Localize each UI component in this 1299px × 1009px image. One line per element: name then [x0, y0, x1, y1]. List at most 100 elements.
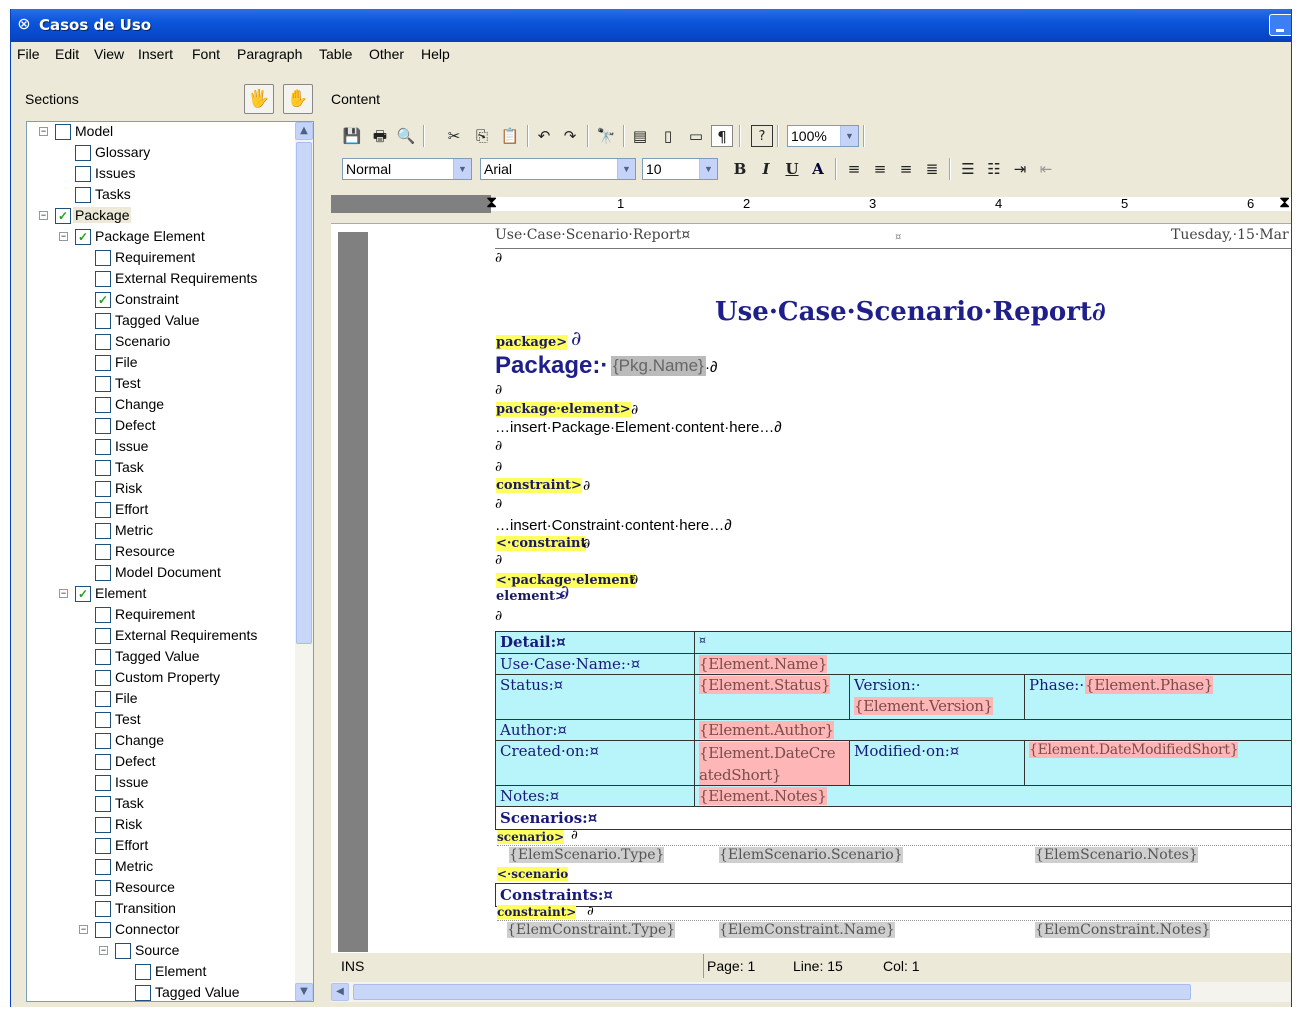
- tree-item[interactable]: − Model: [27, 122, 295, 142]
- tree-expander-icon[interactable]: −: [59, 589, 68, 598]
- align-left-icon[interactable]: ≡: [843, 158, 865, 180]
- tree-checkbox[interactable]: [135, 985, 151, 1001]
- tree-checkbox[interactable]: [95, 691, 111, 707]
- element-datemodified-field[interactable]: {Element.DateModifiedShort}: [1029, 742, 1239, 758]
- tree-item[interactable]: Element: [27, 962, 295, 982]
- tree-item[interactable]: Defect: [27, 416, 295, 436]
- tree-checkbox[interactable]: [135, 964, 151, 980]
- tree-item[interactable]: ✓ Constraint: [27, 290, 295, 310]
- tree-item[interactable]: Change: [27, 395, 295, 415]
- tree-checkbox[interactable]: [95, 376, 111, 392]
- tree-item[interactable]: Tagged Value: [27, 311, 295, 331]
- print-preview-icon[interactable]: 🔍: [395, 125, 417, 147]
- tree-checkbox[interactable]: [95, 418, 111, 434]
- constraint-name-field[interactable]: {ElemConstraint.Name}: [719, 922, 895, 938]
- tree-checkbox[interactable]: [95, 796, 111, 812]
- tree-expander-icon[interactable]: −: [99, 946, 108, 955]
- style-select[interactable]: Normal ▼: [342, 158, 472, 180]
- tree-checkbox[interactable]: [95, 544, 111, 560]
- decrease-indent-icon[interactable]: ⇤: [1035, 158, 1057, 180]
- hscroll-thumb[interactable]: [353, 984, 1191, 1000]
- menu-help[interactable]: Help: [421, 46, 450, 62]
- pkg-name-field[interactable]: {Pkg.Name}: [611, 356, 706, 376]
- align-right-icon[interactable]: ≡: [895, 158, 917, 180]
- constraint-type-field[interactable]: {ElemConstraint.Type}: [507, 922, 676, 938]
- sections-tree[interactable]: − Model Glossary Issues Tasks − ✓ Package − ✓ Pack…: [26, 121, 314, 1002]
- element-name-field[interactable]: {Element.Name}: [699, 655, 828, 673]
- tree-expander-icon[interactable]: −: [59, 232, 68, 241]
- chevron-down-icon[interactable]: ▼: [699, 159, 717, 179]
- tree-item[interactable]: Metric: [27, 521, 295, 541]
- underline-button[interactable]: U: [781, 158, 803, 180]
- header-footer-icon[interactable]: ▭: [685, 125, 707, 147]
- tree-checkbox[interactable]: [95, 733, 111, 749]
- tree-checkbox[interactable]: ✓: [75, 229, 91, 245]
- tree-checkbox[interactable]: [95, 523, 111, 539]
- tree-item[interactable]: Metric: [27, 857, 295, 877]
- chevron-down-icon[interactable]: ▼: [840, 126, 858, 146]
- tree-item[interactable]: Custom Property: [27, 668, 295, 688]
- tree-checkbox[interactable]: [95, 859, 111, 875]
- tree-item[interactable]: − ✓ Element: [27, 584, 295, 604]
- scroll-left-icon[interactable]: ◀: [331, 983, 349, 1001]
- menu-other[interactable]: Other: [369, 46, 404, 62]
- align-center-icon[interactable]: ≡: [869, 158, 891, 180]
- tree-checkbox[interactable]: [95, 649, 111, 665]
- tree-checkbox[interactable]: [95, 607, 111, 623]
- menu-insert[interactable]: Insert: [138, 46, 173, 62]
- tree-item[interactable]: Change: [27, 731, 295, 751]
- tree-item[interactable]: Model Document: [27, 563, 295, 583]
- menu-view[interactable]: View: [94, 46, 124, 62]
- help-icon[interactable]: ?: [751, 125, 773, 147]
- tree-item[interactable]: Task: [27, 458, 295, 478]
- tree-checkbox[interactable]: ✓: [95, 292, 111, 308]
- italic-button[interactable]: I: [755, 158, 777, 180]
- tree-item[interactable]: Risk: [27, 815, 295, 835]
- tree-checkbox[interactable]: [95, 565, 111, 581]
- tree-checkbox[interactable]: [55, 124, 71, 140]
- tree-item[interactable]: Requirement: [27, 248, 295, 268]
- tree-checkbox[interactable]: ✓: [55, 208, 71, 224]
- tree-item[interactable]: Resource: [27, 878, 295, 898]
- menu-font[interactable]: Font: [192, 46, 220, 62]
- tree-checkbox[interactable]: ✓: [75, 586, 91, 602]
- tree-item[interactable]: − Source: [27, 941, 295, 961]
- element-datecreated-field[interactable]: {Element.DateCre atedShort}: [699, 742, 849, 785]
- tree-item[interactable]: Defect: [27, 752, 295, 772]
- tree-expander-icon[interactable]: −: [79, 925, 88, 934]
- tree-item[interactable]: Scenario: [27, 332, 295, 352]
- undo-icon[interactable]: ↶: [533, 125, 555, 147]
- tree-item[interactable]: Requirement: [27, 605, 295, 625]
- tree-item[interactable]: Test: [27, 710, 295, 730]
- tree-item[interactable]: Tagged Value: [27, 647, 295, 667]
- scenario-notes-field[interactable]: {ElemScenario.Notes}: [1035, 847, 1198, 863]
- element-author-field[interactable]: {Element.Author}: [699, 721, 834, 739]
- element-version-field[interactable]: {Element.Version}: [854, 697, 993, 715]
- tree-checkbox[interactable]: [75, 166, 91, 182]
- tree-checkbox[interactable]: [95, 502, 111, 518]
- tree-item[interactable]: − Connector: [27, 920, 295, 940]
- tree-checkbox[interactable]: [95, 838, 111, 854]
- element-phase-field[interactable]: {Element.Phase}: [1085, 676, 1213, 694]
- show-paragraph-marks-icon[interactable]: ¶: [711, 125, 733, 147]
- check-all-button[interactable]: 🖐: [244, 84, 274, 114]
- tree-item[interactable]: Resource: [27, 542, 295, 562]
- menu-edit[interactable]: Edit: [55, 46, 79, 62]
- tree-checkbox[interactable]: [95, 460, 111, 476]
- bullet-list-icon[interactable]: ☷: [983, 158, 1005, 180]
- tree-checkbox[interactable]: [75, 145, 91, 161]
- tree-item[interactable]: Tasks: [27, 185, 295, 205]
- tree-checkbox[interactable]: [95, 670, 111, 686]
- menu-file[interactable]: File: [17, 46, 40, 62]
- insert-field-icon[interactable]: ▤: [629, 125, 651, 147]
- tree-item[interactable]: Effort: [27, 836, 295, 856]
- tree-checkbox[interactable]: [95, 901, 111, 917]
- indent-marker-icon[interactable]: ⧗: [486, 194, 497, 212]
- zoom-select[interactable]: 100% ▼: [787, 125, 859, 147]
- menu-table[interactable]: Table: [319, 46, 352, 62]
- tree-item[interactable]: External Requirements: [27, 269, 295, 289]
- tree-item[interactable]: − ✓ Package Element: [27, 227, 295, 247]
- tree-checkbox[interactable]: [75, 187, 91, 203]
- tree-item[interactable]: − ✓ Package: [27, 206, 295, 226]
- tree-item[interactable]: Glossary: [27, 143, 295, 163]
